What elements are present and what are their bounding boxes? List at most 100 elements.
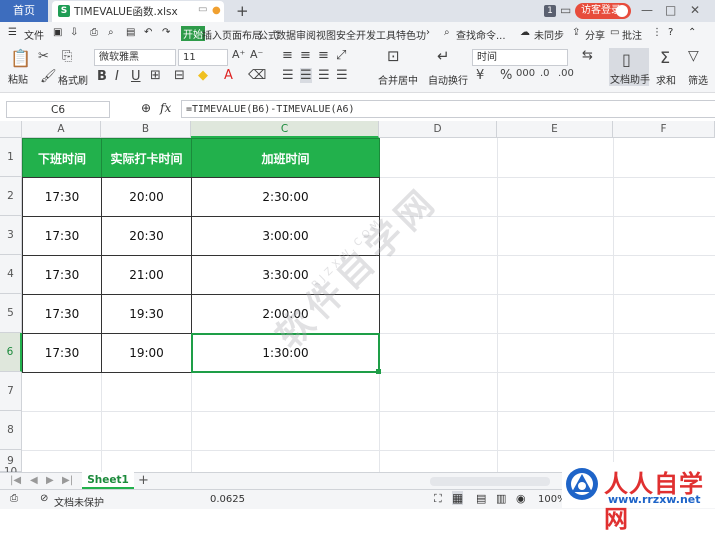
align-bottom-icon[interactable]: ≡ <box>318 48 329 63</box>
align-left-icon[interactable]: ☰ <box>282 68 294 83</box>
menu-security[interactable]: 安全 <box>336 27 356 42</box>
table-cell[interactable]: 17:30 <box>22 333 102 373</box>
merge-center-icon[interactable]: ⊡ <box>387 47 400 65</box>
save-icon[interactable]: ▣ <box>53 27 62 38</box>
fullscreen-icon[interactable]: ⛶ <box>434 492 442 506</box>
row-header-7[interactable]: 7 <box>0 372 22 411</box>
table-cell[interactable]: 17:30 <box>22 294 102 334</box>
status-icon[interactable]: ⎙ <box>10 493 18 504</box>
home-tab[interactable]: 首页 <box>0 0 48 22</box>
column-header-f[interactable]: F <box>613 121 715 138</box>
cut-icon[interactable]: ✂ <box>38 49 49 64</box>
row-header-6[interactable]: 6 <box>0 333 22 372</box>
align-middle-icon[interactable]: ≡ <box>300 48 311 63</box>
fx-icon[interactable]: fx <box>160 101 171 115</box>
table-cell[interactable]: 20:30 <box>101 216 192 256</box>
table-cell[interactable]: 2:30:00 <box>191 177 380 217</box>
table-cell[interactable]: 19:00 <box>101 333 192 373</box>
align-center-icon[interactable]: ☰ <box>300 68 312 83</box>
merge-border-icon[interactable]: ⊟ <box>174 68 185 83</box>
menu-special[interactable]: 特色功 <box>396 27 426 42</box>
wrap-text-button[interactable]: 自动换行 <box>428 72 468 87</box>
new-tab-button[interactable]: + <box>236 2 249 20</box>
decrease-decimal-icon[interactable]: .00 <box>558 68 574 79</box>
border-icon[interactable]: ⊞ <box>150 68 161 83</box>
sync-status[interactable]: 未同步 <box>534 27 564 42</box>
doc-assistant-button[interactable]: ▯ 文档助手 <box>609 48 650 86</box>
window-list-icon[interactable]: ▭ <box>560 3 571 17</box>
table-cell[interactable]: 17:30 <box>22 255 102 295</box>
formula-input[interactable]: =TIMEVALUE(B6)-TIMEVALUE(A6) <box>181 100 715 118</box>
header-cell[interactable]: 实际打卡时间 <box>101 138 192 178</box>
header-cell[interactable]: 下班时间 <box>22 138 102 178</box>
collapse-ribbon-icon[interactable]: ⌃ <box>688 27 696 38</box>
type-convert-icon[interactable]: ⇆ <box>582 48 593 63</box>
format-painter-button[interactable]: 格式刷 <box>58 72 88 87</box>
row-header-1[interactable]: 1 <box>0 138 22 177</box>
page-layout-icon[interactable]: ▤ <box>476 492 486 505</box>
row-header-3[interactable]: 3 <box>0 216 22 255</box>
maximize-icon[interactable]: □ <box>665 3 676 17</box>
row-header-2[interactable]: 2 <box>0 177 22 216</box>
close-icon[interactable]: ✕ <box>690 3 700 17</box>
reading-mode-icon[interactable]: ◉ <box>516 492 526 505</box>
undo-icon[interactable]: ↶ <box>144 27 152 38</box>
sum-button[interactable]: 求和 <box>656 72 676 87</box>
font-color-icon[interactable]: A <box>224 68 233 83</box>
sheet-tab-sheet1[interactable]: Sheet1 <box>82 472 134 489</box>
column-header-a[interactable]: A <box>22 121 101 138</box>
select-all-corner[interactable] <box>0 121 22 138</box>
format-painter-icon[interactable]: 🖌 <box>40 69 57 84</box>
export-icon[interactable]: ⇩ <box>70 27 78 38</box>
underline-icon[interactable]: U <box>131 69 141 84</box>
print-preview-icon[interactable]: ⌕ <box>108 27 114 38</box>
scroll-menu-icon[interactable]: › <box>426 27 430 38</box>
table-cell[interactable]: 17:30 <box>22 216 102 256</box>
table-cell[interactable]: 20:00 <box>101 177 192 217</box>
filter-icon[interactable]: ▽ <box>688 48 699 64</box>
filter-button[interactable]: 筛选 <box>688 72 708 87</box>
menu-review[interactable]: 审阅 <box>296 27 316 42</box>
paste-button[interactable]: 粘贴 <box>8 71 28 86</box>
file-tab[interactable]: S TIMEVALUE函数.xlsx ▭ ● <box>52 1 224 22</box>
menu-file[interactable]: 文件 <box>24 27 44 42</box>
column-header-c[interactable]: C <box>191 121 379 138</box>
zoom-formula-icon[interactable]: ⊕ <box>141 101 151 115</box>
menu-insert[interactable]: 插入 <box>202 27 222 42</box>
fill-handle[interactable] <box>376 369 381 374</box>
search-command[interactable]: 查找命令... <box>456 27 506 42</box>
page-break-icon[interactable]: ▥ <box>496 492 506 505</box>
sum-icon[interactable]: Σ <box>660 48 670 67</box>
italic-icon[interactable]: I <box>115 69 119 84</box>
paste-icon[interactable]: 📋 <box>10 49 31 69</box>
align-right-icon[interactable]: ☰ <box>318 68 330 83</box>
column-header-b[interactable]: B <box>101 121 191 138</box>
search-icon[interactable]: ⌕ <box>444 27 450 38</box>
menu-view[interactable]: 视图 <box>316 27 336 42</box>
table-cell[interactable]: 19:30 <box>101 294 192 334</box>
preview-icon[interactable]: ▤ <box>126 27 135 38</box>
header-cell[interactable]: 加班时间 <box>191 138 380 178</box>
minimize-icon[interactable]: — <box>641 3 653 17</box>
more-icon[interactable]: ⋮ <box>652 27 662 38</box>
horizontal-scrollbar[interactable] <box>430 477 550 486</box>
help-icon[interactable]: ? <box>668 27 673 38</box>
bold-icon[interactable]: B <box>97 69 107 84</box>
clear-format-icon[interactable]: ⌫ <box>248 68 266 83</box>
first-sheet-icon[interactable]: |◀ <box>10 475 21 486</box>
hamburger-icon[interactable]: ☰ <box>8 27 17 38</box>
table-cell[interactable]: 17:30 <box>22 177 102 217</box>
orientation-icon[interactable]: ⤢ <box>336 48 346 63</box>
decrease-font-icon[interactable]: A⁻ <box>250 48 263 61</box>
justify-icon[interactable]: ☰ <box>336 68 348 83</box>
fill-color-icon[interactable]: ◆ <box>198 68 208 83</box>
font-name-select[interactable]: 微软雅黑 <box>94 49 176 66</box>
menu-developer[interactable]: 开发工具 <box>356 27 396 42</box>
merge-center-button[interactable]: 合并居中 <box>378 72 418 87</box>
number-format-select[interactable]: 时间 <box>472 49 568 66</box>
comment-button[interactable]: 批注 <box>622 27 642 42</box>
normal-view-icon[interactable]: ▦ <box>452 491 464 505</box>
notification-badge[interactable]: 1 <box>544 5 556 17</box>
add-sheet-button[interactable]: + <box>138 473 149 488</box>
monitor-icon[interactable]: ▭ <box>198 4 207 15</box>
